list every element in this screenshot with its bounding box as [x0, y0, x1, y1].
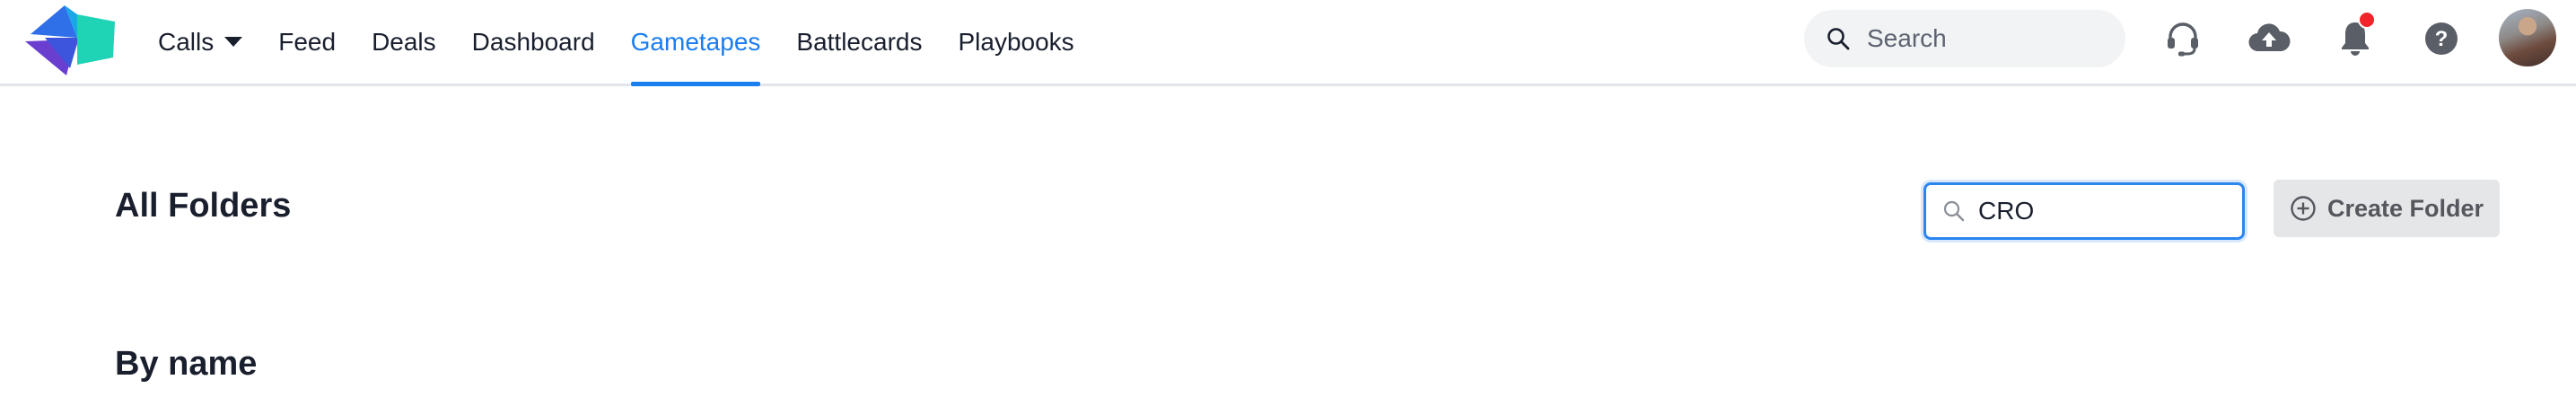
nav-deals[interactable]: Deals: [372, 0, 436, 84]
main-nav: Calls Feed Deals Dashboard Gametapes Bat…: [142, 0, 1110, 86]
svg-text:?: ?: [2435, 27, 2449, 51]
notifications-button[interactable]: [2333, 11, 2378, 61]
section-title-by-name: By name: [115, 345, 258, 383]
plus-circle-icon: [2291, 196, 2316, 221]
folder-search-input[interactable]: [1976, 196, 2228, 226]
nav-battlecards-label: Battlecards: [796, 27, 923, 56]
nav-battlecards[interactable]: Battlecards: [796, 0, 922, 84]
top-navigation-bar: Calls Feed Deals Dashboard Gametapes Bat…: [0, 0, 2576, 86]
create-folder-label: Create Folder: [2326, 194, 2484, 222]
nav-feed[interactable]: Feed: [278, 0, 336, 84]
nav-dashboard-label: Dashboard: [471, 27, 595, 56]
nav-gametapes-label: Gametapes: [630, 27, 761, 56]
nav-gametapes[interactable]: Gametapes: [630, 0, 761, 86]
nav-playbooks[interactable]: Playbooks: [958, 0, 1073, 84]
caret-down-icon[interactable]: [224, 37, 243, 47]
page-title: All Folders: [115, 187, 292, 225]
search-icon: [1943, 200, 1965, 222]
nav-deals-label: Deals: [372, 27, 436, 56]
nav-playbooks-label: Playbooks: [958, 27, 1074, 56]
folder-search-field[interactable]: [1923, 182, 2245, 240]
global-search-input[interactable]: Search: [1804, 10, 2125, 67]
nav-calls[interactable]: Calls: [158, 0, 243, 84]
global-search-placeholder: Search: [1867, 24, 1947, 52]
help-icon[interactable]: ?: [2419, 16, 2464, 61]
nav-calls-label: Calls: [158, 27, 215, 56]
nav-dashboard[interactable]: Dashboard: [472, 0, 595, 84]
search-icon: [1827, 28, 1850, 50]
headset-icon[interactable]: [2160, 16, 2205, 61]
cloud-upload-icon[interactable]: [2247, 16, 2291, 61]
nav-feed-label: Feed: [278, 27, 337, 56]
user-avatar[interactable]: [2499, 9, 2556, 66]
gong-logo-icon[interactable]: [25, 2, 118, 75]
create-folder-button[interactable]: Create Folder: [2274, 180, 2500, 237]
notification-badge: [2358, 11, 2376, 29]
